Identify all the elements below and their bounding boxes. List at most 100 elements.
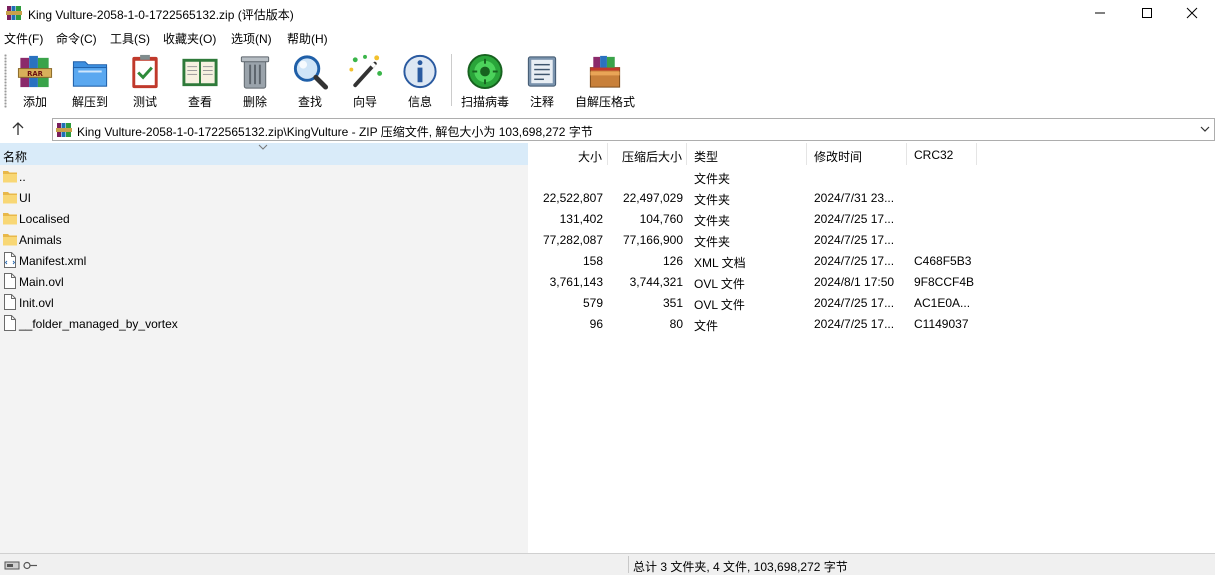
file-size: 77,282,087 [542,233,603,247]
file-modified: 2024/7/25 17... [814,233,895,247]
view-button[interactable]: 查看 [179,52,221,110]
file-modified: 2024/7/31 23... [814,191,895,205]
extract-to-button[interactable]: 解压到 [70,52,110,110]
menu-bar: 文件(F) 命令(C) 工具(S) 收藏夹(O) 选项(N) 帮助(H) [0,27,1215,47]
file-icon [4,315,16,331]
file-size: 579 [582,296,603,310]
info-button[interactable]: 信息 [400,52,440,110]
drive-icon[interactable] [4,558,38,572]
comment-button[interactable]: 注释 [522,52,562,110]
file-size: 131,402 [559,212,603,226]
file-crc: 9F8CCF4B [914,275,975,289]
delete-button[interactable]: 删除 [235,52,275,110]
menu-tools[interactable]: 工具(S) [110,30,150,47]
add-button[interactable]: RAR 添加 [15,52,55,110]
archive-icon [56,123,72,137]
header-crc[interactable]: CRC32 [907,143,977,165]
find-label: 查找 [297,95,322,109]
close-button[interactable] [1169,0,1215,26]
file-packed-size: 104,760 [639,212,683,226]
info-icon [403,54,437,89]
file-type: 文件夹 [694,172,731,186]
header-name-label: 名称 [3,150,28,164]
table-row[interactable]: Animals 77,282,087 77,166,900 文件夹 2024/7/25 … [0,229,1215,250]
table-row[interactable]: Manifest.xml 158 126 XML 文档 2024/7/25 17... C… [0,250,1215,271]
file-modified: 2024/7/25 17... [814,212,895,226]
minimize-button[interactable] [1077,0,1123,26]
sfx-button[interactable]: 自解压格式 [574,52,636,110]
clipboard-check-icon [132,54,158,89]
maximize-icon [1142,8,1152,18]
menu-file[interactable]: 文件(F) [4,30,43,47]
file-type: OVL 文件 [694,277,745,291]
toolbar-separator [451,54,452,106]
status-summary: 总计 3 文件夹, 4 文件, 103,698,272 字节 [633,560,848,574]
file-name: Init.ovl [19,296,54,310]
folder-icon [3,171,17,183]
header-packed-label: 压缩后大小 [621,150,682,164]
table-row[interactable]: .. 文件夹 [0,166,1215,187]
file-packed-size: 77,166,900 [622,233,683,247]
test-button[interactable]: 测试 [125,52,165,110]
header-packed[interactable]: 压缩后大小 [608,143,687,165]
extract-to-label: 解压到 [71,95,108,109]
title-bar: King Vulture-2058-1-0-1722565132.zip (评估… [0,0,1215,26]
maximize-button[interactable] [1124,0,1170,26]
file-name: Animals [19,233,62,247]
file-name: Localised [19,212,70,226]
header-modified-label: 修改时间 [814,150,863,164]
virus-scan-button[interactable]: 扫描病毒 [460,52,510,110]
file-name: .. [19,170,26,184]
header-crc-label: CRC32 [914,148,954,162]
file-modified: 2024/7/25 17... [814,296,895,310]
sfx-box-icon [589,55,621,88]
table-row[interactable]: Init.ovl 579 351 OVL 文件 2024/7/25 17... AC1E0… [0,292,1215,313]
info-label: 信息 [407,95,432,109]
header-type[interactable]: 类型 [687,143,807,165]
table-row[interactable]: UI 22,522,807 22,497,029 文件夹 2024/7/31 23... [0,187,1215,208]
header-size-label: 大小 [577,150,602,164]
file-name: Main.ovl [19,275,64,289]
file-name: __folder_managed_by_vortex [19,317,178,331]
folder-icon [3,234,17,246]
table-row[interactable]: Main.ovl 3,761,143 3,744,321 OVL 文件 2024/8/1… [0,271,1215,292]
sfx-label: 自解压格式 [574,95,635,109]
folder-icon [3,192,17,204]
file-type: OVL 文件 [694,298,745,312]
comment-label: 注释 [529,95,554,109]
virus-scan-icon [467,53,503,90]
menu-options[interactable]: 选项(N) [231,30,272,47]
table-row[interactable]: Localised 131,402 104,760 文件夹 2024/7/25 17..… [0,208,1215,229]
up-folder-button[interactable] [8,120,28,138]
file-modified: 2024/8/1 17:50 [814,275,895,289]
file-packed-size: 126 [662,254,683,268]
table-row[interactable]: __folder_managed_by_vortex 96 80 文件 2024/7/2… [0,313,1215,334]
window-title: King Vulture-2058-1-0-1722565132.zip (评估… [28,8,294,22]
address-field[interactable]: King Vulture-2058-1-0-1722565132.zip\Kin… [52,118,1215,141]
file-modified: 2024/7/25 17... [814,254,895,268]
find-button[interactable]: 查找 [290,52,330,110]
menu-commands[interactable]: 命令(C) [56,30,97,47]
toolbar-grip[interactable] [4,54,7,108]
trash-can-icon [240,56,270,89]
address-bar: King Vulture-2058-1-0-1722565132.zip\Kin… [0,115,1215,143]
header-modified[interactable]: 修改时间 [807,143,907,165]
chevron-down-icon[interactable] [1200,124,1210,134]
file-type: 文件夹 [694,235,731,249]
file-size: 158 [582,254,603,268]
winrar-books-icon: RAR [17,55,53,88]
winrar-app-icon[interactable] [6,5,22,21]
wizard-label: 向导 [352,95,377,109]
menu-favorites[interactable]: 收藏夹(O) [163,30,216,47]
file-type: XML 文档 [694,256,746,270]
file-name: Manifest.xml [19,254,87,268]
file-list: 名称 大小 压缩后大小 类型 修改时间 CRC32 .. 文件夹 UI 22,522,… [0,143,1215,553]
delete-label: 删除 [242,95,267,109]
file-size: 3,761,143 [549,275,603,289]
menu-help[interactable]: 帮助(H) [287,30,328,47]
file-packed-size: 80 [669,317,683,331]
header-size[interactable]: 大小 [528,143,608,165]
file-name: UI [19,191,31,205]
close-icon [1186,7,1198,19]
wizard-button[interactable]: 向导 [345,52,385,110]
